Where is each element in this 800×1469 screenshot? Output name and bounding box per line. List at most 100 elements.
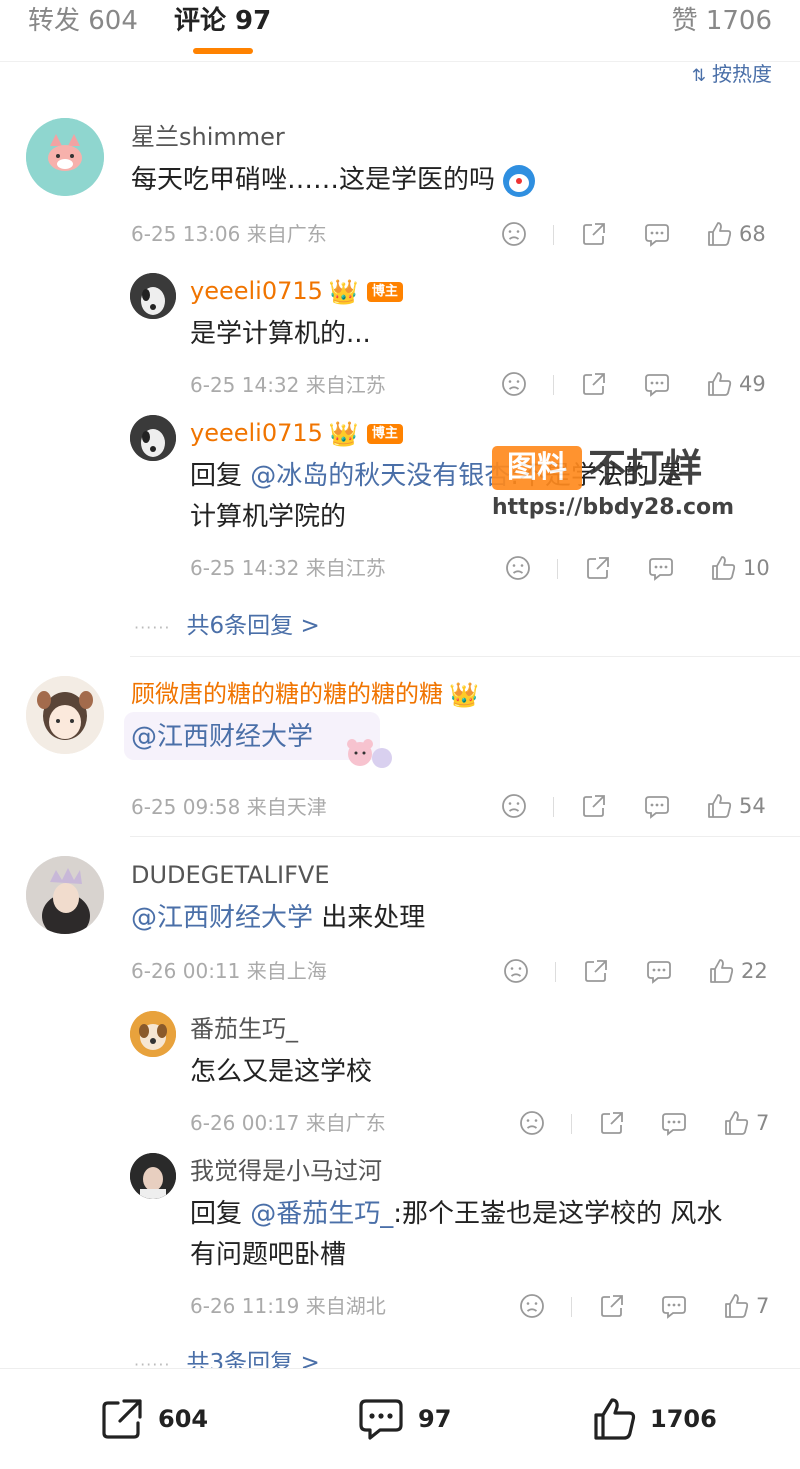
reply-button[interactable]	[643, 790, 671, 822]
divider	[571, 1297, 572, 1317]
avatar[interactable]	[26, 856, 104, 934]
divider	[553, 225, 554, 245]
comment-icon	[662, 1113, 686, 1136]
reply-button[interactable]	[643, 368, 671, 400]
like-button[interactable]: 68	[705, 218, 766, 250]
mention-link[interactable]: @冰岛的秋天没有银杏	[250, 461, 510, 491]
reply-username[interactable]: yeeeli0715 👑 博主	[190, 276, 403, 307]
comment-username[interactable]: DUDEGETALIFVE	[131, 860, 330, 890]
comment-button[interactable]: 97	[356, 1395, 451, 1443]
comment-actions: 68	[500, 218, 780, 250]
divider	[553, 375, 554, 395]
reply-actions: 7	[518, 1290, 788, 1322]
dislike-button[interactable]	[500, 368, 528, 400]
comment-icon	[645, 224, 669, 247]
avatar[interactable]	[26, 118, 104, 196]
share-button[interactable]	[584, 552, 612, 584]
blogger-badge: 博主	[366, 282, 403, 302]
like-button[interactable]: 1706	[590, 1395, 717, 1443]
divider	[555, 962, 556, 982]
reply-text-line2: 有问题吧卧槽	[190, 1240, 347, 1270]
avatar[interactable]	[130, 1153, 176, 1199]
girl-avatar-icon	[26, 676, 104, 754]
share-button[interactable]	[598, 1107, 626, 1139]
comment-divider	[130, 836, 800, 837]
mention-link[interactable]: @番茄生巧_	[250, 1199, 393, 1229]
sad-face-icon	[502, 794, 526, 818]
avatar[interactable]	[130, 1011, 176, 1057]
avatar[interactable]	[26, 676, 104, 754]
reply-username-text: yeeeli0715	[190, 419, 323, 447]
reply-username[interactable]: yeeeli0715 👑 博主	[190, 418, 403, 449]
crown-icon: 👑	[328, 420, 359, 448]
mention-link[interactable]: @江西财经大学	[131, 722, 313, 752]
comment-actions: 54	[500, 790, 780, 822]
reply-button[interactable]	[645, 955, 673, 987]
avatar[interactable]	[130, 415, 176, 461]
tab-likes[interactable]: 赞 1706	[672, 4, 772, 38]
reply-prefix: 回复	[190, 461, 243, 491]
share-icon	[583, 795, 605, 817]
watermark: 图料 不打烊 https://bbdy28.com	[492, 444, 752, 524]
reply-button[interactable]	[643, 218, 671, 250]
share-button[interactable]	[598, 1290, 626, 1322]
comment-count: 97	[418, 1405, 452, 1433]
like-count: 68	[739, 222, 766, 246]
reply-username[interactable]: 番茄生巧_	[190, 1014, 298, 1044]
dislike-button[interactable]	[500, 218, 528, 250]
tab-repost[interactable]: 转发 604	[28, 4, 138, 38]
reply-meta: 6-25 14:32 来自江苏	[190, 373, 386, 397]
reply-prefix: 回复	[190, 1199, 243, 1229]
comment-meta: 6-25 09:58 来自天津	[131, 795, 327, 819]
repost-button[interactable]: 604	[98, 1395, 208, 1443]
more-replies-label: 共6条回复 >	[186, 613, 320, 639]
share-icon	[601, 1295, 623, 1317]
active-tab-indicator	[193, 48, 253, 54]
thumbs-up-icon	[725, 1294, 749, 1318]
like-button[interactable]: 22	[707, 955, 768, 987]
comment-icon	[645, 374, 669, 397]
like-button[interactable]: 7	[722, 1290, 769, 1322]
dislike-button[interactable]	[500, 790, 528, 822]
share-button[interactable]	[582, 955, 610, 987]
share-button[interactable]	[580, 368, 608, 400]
like-button[interactable]: 54	[705, 790, 766, 822]
reply-button[interactable]	[660, 1107, 688, 1139]
comment-text-body: 每天吃甲硝唑……这是学医的吗	[131, 165, 496, 195]
reply-button[interactable]	[647, 552, 675, 584]
sad-face-icon	[502, 372, 526, 396]
user-photo-avatar-icon	[130, 1153, 176, 1199]
dots-icon: ······	[134, 618, 171, 637]
like-button[interactable]: 7	[722, 1107, 769, 1139]
share-button[interactable]	[580, 218, 608, 250]
dog-avatar-icon	[130, 273, 176, 319]
tab-comments[interactable]: 评论 97	[174, 4, 271, 38]
watermark-tag: 图料	[492, 446, 582, 490]
like-button[interactable]: 49	[705, 368, 766, 400]
dislike-button[interactable]	[504, 552, 532, 584]
comment-meta: 6-25 13:06 来自广东	[131, 222, 327, 246]
like-button[interactable]: 10	[709, 552, 770, 584]
dislike-button[interactable]	[502, 955, 530, 987]
thumbs-up-icon	[712, 556, 736, 580]
comment-username[interactable]: 星兰shimmer	[131, 122, 285, 152]
share-icon	[601, 1112, 623, 1134]
dislike-button[interactable]	[518, 1107, 546, 1139]
reply-text: 是学计算机的...	[190, 319, 371, 349]
reply-text-rest: :那个王崟也是这学校的 风水	[393, 1199, 723, 1229]
reply-text: 怎么又是这学校	[190, 1057, 373, 1087]
mention-link[interactable]: @江西财经大学	[131, 903, 313, 933]
reply-username[interactable]: 我觉得是小马过河	[190, 1156, 382, 1186]
comment-username[interactable]: 顾微唐的糖的糖的糖的糖的糖 👑	[131, 679, 479, 710]
thumbs-up-icon	[708, 372, 732, 396]
blogger-badge: 博主	[366, 424, 403, 444]
avatar[interactable]	[130, 273, 176, 319]
reply-button[interactable]	[660, 1290, 688, 1322]
share-icon	[587, 557, 609, 579]
share-icon	[583, 373, 605, 395]
view-more-replies-button[interactable]: ······ 共6条回复 >	[134, 606, 320, 640]
dislike-button[interactable]	[518, 1290, 546, 1322]
sort-button[interactable]: ⇅ 按热度	[692, 58, 772, 87]
thumbs-up-icon	[594, 1398, 636, 1440]
share-button[interactable]	[580, 790, 608, 822]
